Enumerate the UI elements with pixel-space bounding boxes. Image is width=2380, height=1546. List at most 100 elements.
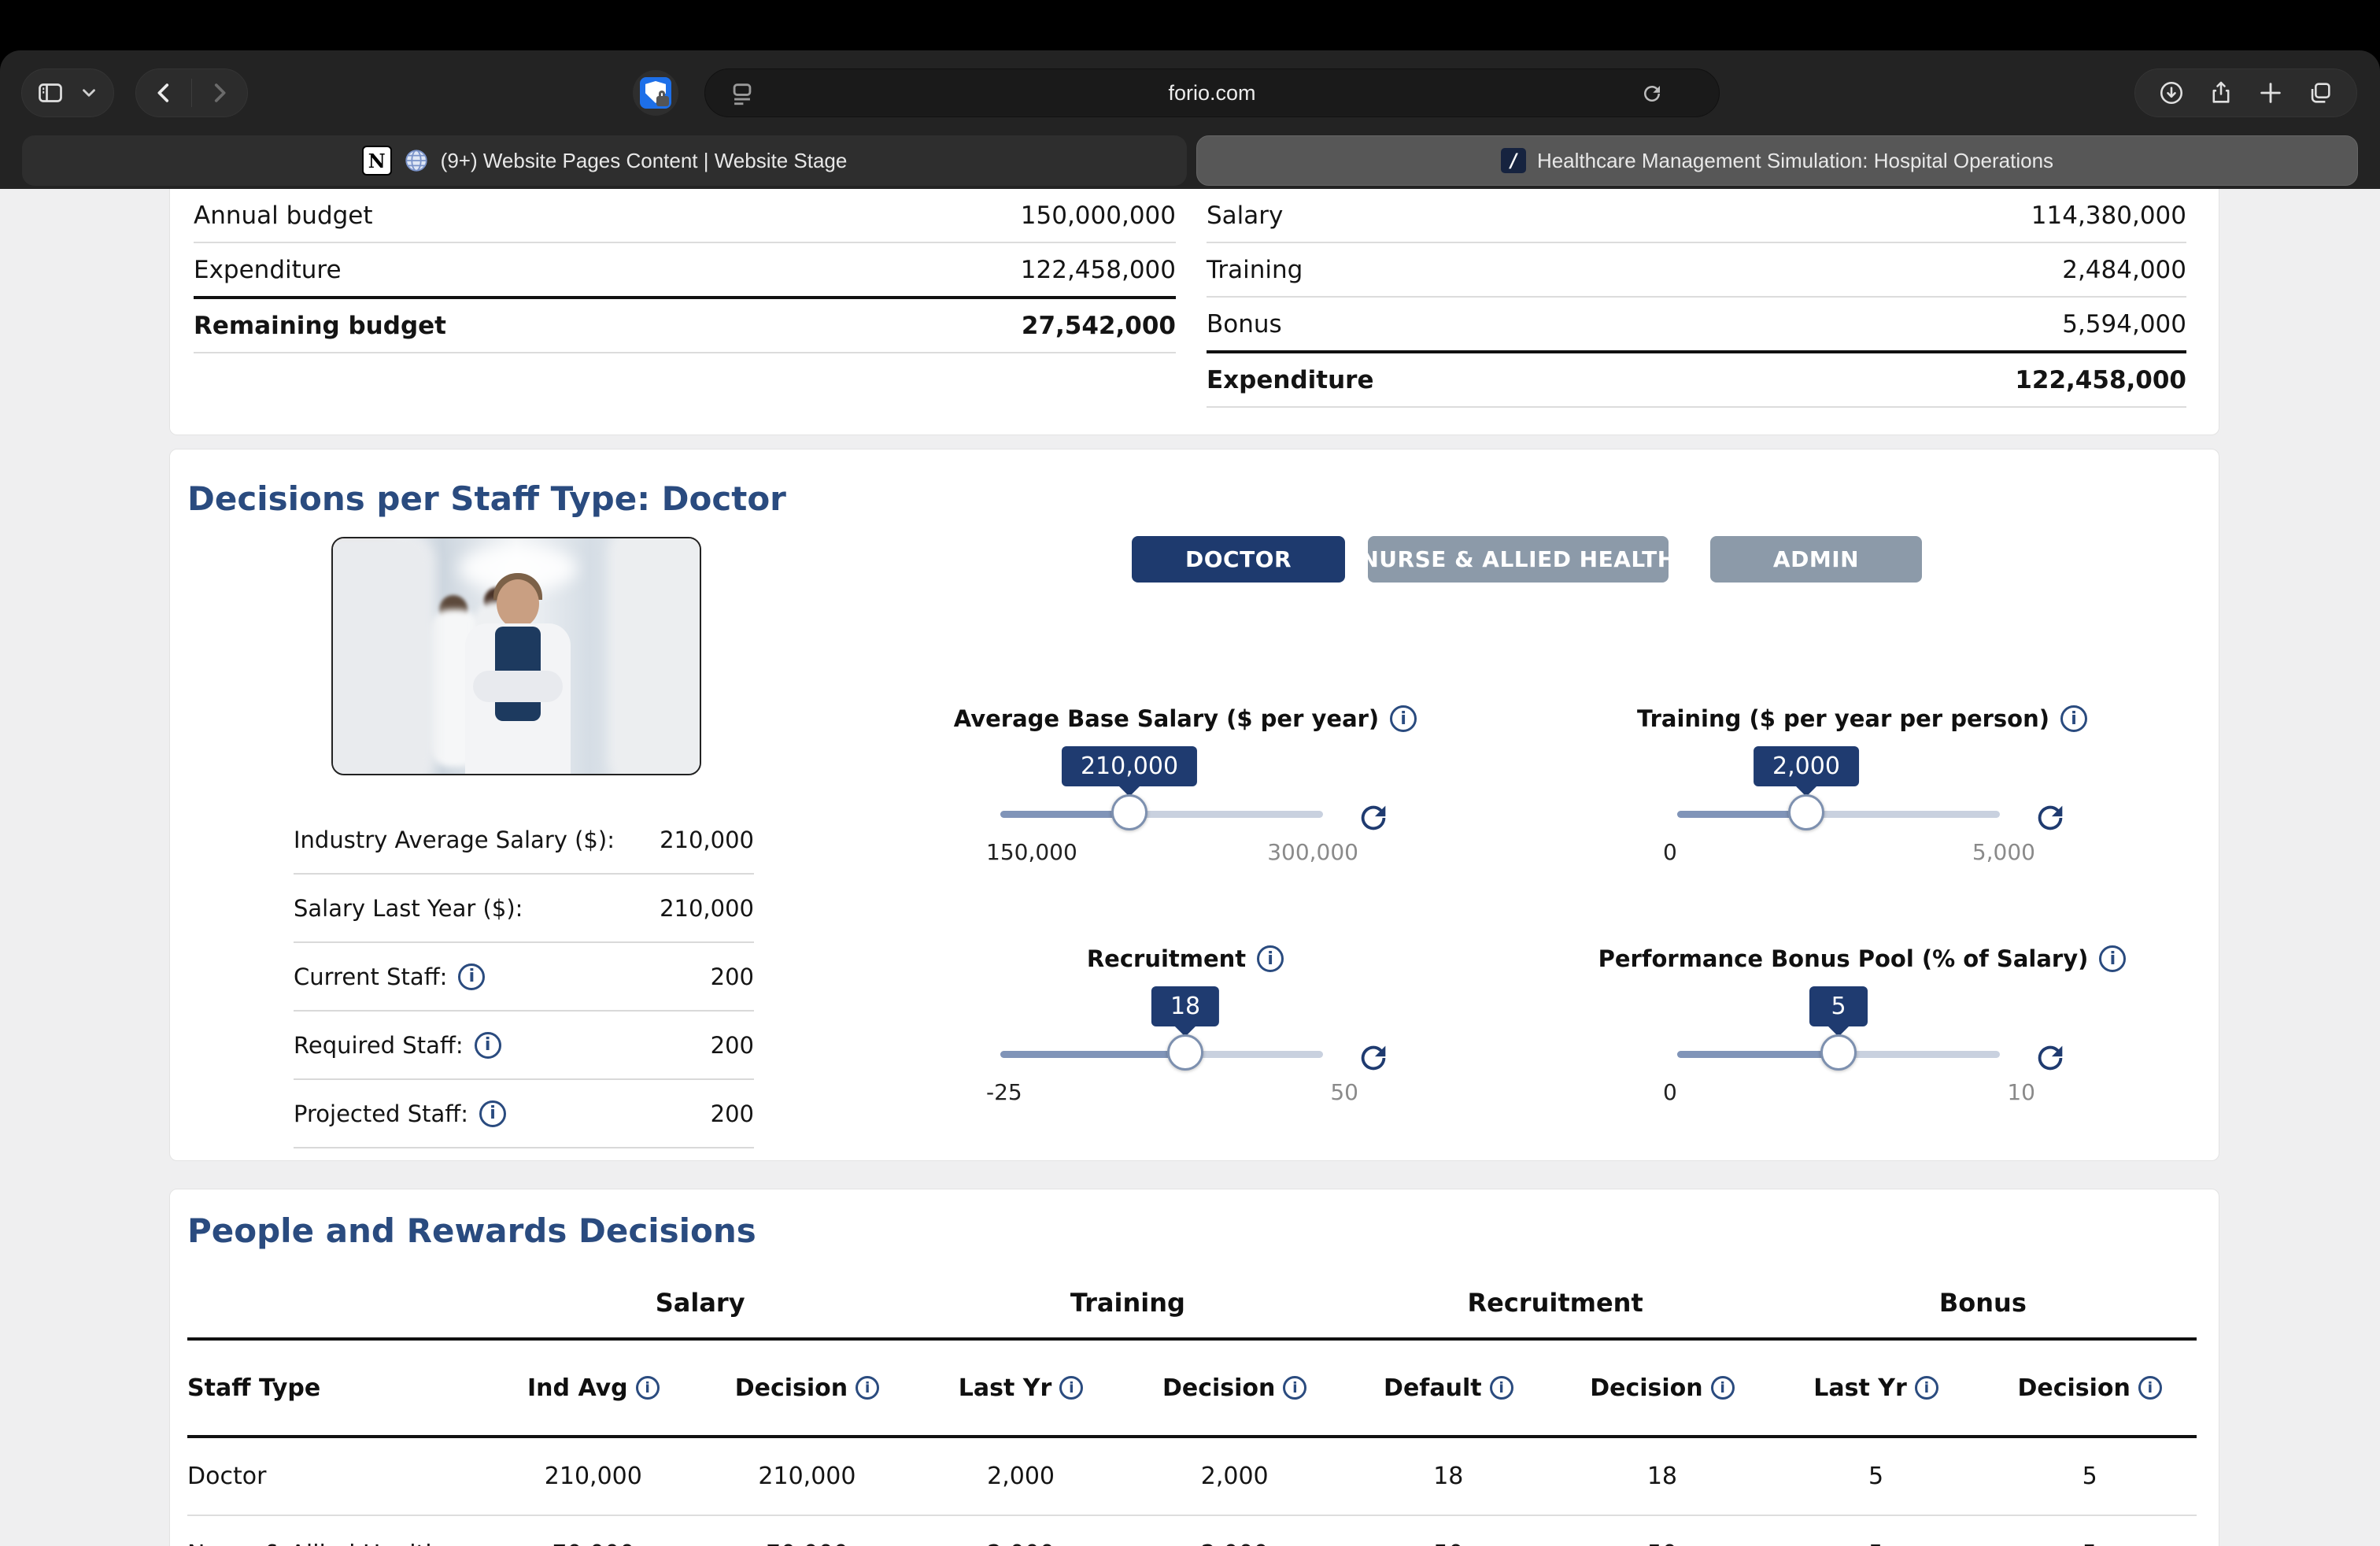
slider-value-bubble: 210,000 xyxy=(1062,746,1197,786)
slider-min-label: 0 xyxy=(1663,839,1677,865)
table-total-row: Remaining budget 27,542,000 xyxy=(194,299,1176,353)
slider-value-bubble: 2,000 xyxy=(1754,746,1859,786)
slider-handle[interactable] xyxy=(1111,794,1148,830)
info-icon[interactable]: i xyxy=(1915,1376,1938,1400)
row-value: 27,542,000 xyxy=(1022,312,1176,340)
slider-handle[interactable] xyxy=(1167,1034,1203,1071)
info-icon[interactable]: i xyxy=(479,1100,506,1127)
info-icon[interactable]: i xyxy=(1711,1376,1735,1400)
row-label: Bonus xyxy=(1207,310,1282,338)
stat-value: 210,000 xyxy=(660,827,754,853)
sidebar-icon[interactable] xyxy=(36,79,65,107)
list-item: Current Staff: i 200 xyxy=(294,943,754,1012)
list-item: Projected Staff: i 200 xyxy=(294,1080,754,1148)
stat-label: Projected Staff: xyxy=(294,1100,468,1127)
people-rewards-card: People and Rewards Decisions Salary Trai… xyxy=(169,1189,2219,1546)
back-button[interactable] xyxy=(150,80,177,106)
cell-value: 2,000 xyxy=(914,1463,1128,1490)
info-icon[interactable]: i xyxy=(1390,705,1417,732)
info-icon[interactable]: i xyxy=(2138,1376,2162,1400)
slider-fill xyxy=(1677,811,1806,818)
info-icon[interactable]: i xyxy=(1059,1376,1083,1400)
slider-track[interactable] xyxy=(1000,811,1323,818)
group-header: Salary xyxy=(486,1288,914,1318)
row-value: 122,458,000 xyxy=(1021,256,1176,284)
cell-value: 5 xyxy=(1983,1463,2197,1490)
chevron-down-icon[interactable] xyxy=(79,83,99,103)
cell-value: 5 xyxy=(1769,1463,1983,1490)
column-header: Last Yri xyxy=(914,1374,1128,1402)
tab-notion[interactable]: N (9+) Website Pages Content | Website S… xyxy=(22,135,1187,186)
slider-label: Recruitment i xyxy=(965,945,1406,972)
row-label: Expenditure xyxy=(1207,366,1373,394)
reload-icon[interactable] xyxy=(1640,82,1664,109)
info-icon[interactable]: i xyxy=(2099,945,2126,972)
slider-track[interactable] xyxy=(1677,811,2000,818)
page-settings-icon[interactable] xyxy=(729,80,756,110)
info-icon[interactable]: i xyxy=(636,1376,660,1400)
password-extension-button[interactable] xyxy=(633,70,678,116)
slider-handle[interactable] xyxy=(1820,1034,1857,1071)
table-total-row: Expenditure 122,458,000 xyxy=(1207,353,2186,408)
row-value: 114,380,000 xyxy=(2031,202,2186,230)
info-icon[interactable]: i xyxy=(475,1032,501,1059)
staff-tab-doctor[interactable]: DOCTOR xyxy=(1132,536,1345,583)
reset-icon[interactable] xyxy=(1355,1040,1391,1079)
table-row: Nurse & Allied Health 70,000 70,000 2,00… xyxy=(187,1516,2197,1546)
slider-max-label: 50 xyxy=(1330,1079,1358,1105)
staff-tab-admin[interactable]: ADMIN xyxy=(1710,536,1922,583)
table-row: Doctor 210,000 210,000 2,000 2,000 18 18… xyxy=(187,1438,2197,1516)
column-header: Decisioni xyxy=(1128,1374,1342,1402)
new-tab-icon[interactable] xyxy=(2257,80,2284,106)
slider-handle[interactable] xyxy=(1788,794,1824,830)
tab-simulation[interactable]: / Healthcare Management Simulation: Hosp… xyxy=(1196,135,2358,186)
info-icon[interactable]: i xyxy=(1283,1376,1306,1400)
stat-value: 210,000 xyxy=(660,895,754,922)
slider-track[interactable] xyxy=(1000,1051,1323,1058)
budget-summary-card: Annual budget 150,000,000 Expenditure 12… xyxy=(169,189,2219,435)
column-header: Ind Avgi xyxy=(486,1374,700,1402)
info-icon[interactable]: i xyxy=(458,963,485,990)
cell-value: 70,000 xyxy=(700,1540,915,1546)
screen: forio.com xyxy=(0,0,2380,1546)
tab-overview-icon[interactable] xyxy=(2307,80,2334,106)
table-row: Annual budget 150,000,000 xyxy=(194,189,1176,243)
budget-table: Annual budget 150,000,000 Expenditure 12… xyxy=(194,189,1176,353)
downloads-icon[interactable] xyxy=(2158,80,2185,106)
page-content: Annual budget 150,000,000 Expenditure 12… xyxy=(0,189,2380,1546)
url-text: forio.com xyxy=(1168,81,1255,105)
table-row: Expenditure 122,458,000 xyxy=(194,243,1176,299)
info-icon[interactable]: i xyxy=(2060,705,2087,732)
list-item: Salary Last Year ($): 210,000 xyxy=(294,875,754,943)
table-row: Bonus 5,594,000 xyxy=(1207,298,2186,353)
stat-label: Salary Last Year ($): xyxy=(294,895,523,922)
info-icon[interactable]: i xyxy=(1257,945,1284,972)
recruitment-slider: Recruitment i 18 -25 50 xyxy=(965,945,1406,1110)
stat-label: Current Staff: xyxy=(294,963,447,990)
people-rewards-table: Salary Training Recruitment Bonus Staff … xyxy=(187,1268,2197,1546)
tab-title: Healthcare Management Simulation: Hospit… xyxy=(1537,149,2053,173)
reset-icon[interactable] xyxy=(2032,800,2068,839)
slider-max-label: 300,000 xyxy=(1267,839,1358,865)
group-header: Bonus xyxy=(1769,1288,2197,1318)
sidebar-controls[interactable] xyxy=(21,68,114,117)
shield-lock-icon xyxy=(640,77,671,109)
column-header: Decisioni xyxy=(1555,1374,1769,1402)
cell-staff-type: Doctor xyxy=(187,1463,486,1490)
slider-max-label: 5,000 xyxy=(1972,839,2035,865)
reset-icon[interactable] xyxy=(1355,800,1391,839)
slider-min-label: 0 xyxy=(1663,1079,1677,1105)
info-icon[interactable]: i xyxy=(856,1376,879,1400)
table-row: Salary 114,380,000 xyxy=(1207,189,2186,243)
address-bar[interactable]: forio.com xyxy=(704,68,1720,117)
column-header-row: Staff Type Ind Avgi Decisioni Last Yri D… xyxy=(187,1341,2197,1438)
slider-label: Training ($ per year per person) i xyxy=(1642,705,2082,732)
cell-value: 210,000 xyxy=(486,1463,700,1490)
staff-stats-list: Industry Average Salary ($): 210,000 Sal… xyxy=(294,806,754,1148)
forward-button[interactable] xyxy=(206,80,233,106)
slider-value-bubble: 18 xyxy=(1151,986,1219,1026)
staff-tab-nurse-allied-health[interactable]: NURSE & ALLIED HEALTH xyxy=(1368,536,1669,583)
share-icon[interactable] xyxy=(2208,80,2234,106)
info-icon[interactable]: i xyxy=(1490,1376,1513,1400)
reset-icon[interactable] xyxy=(2032,1040,2068,1079)
